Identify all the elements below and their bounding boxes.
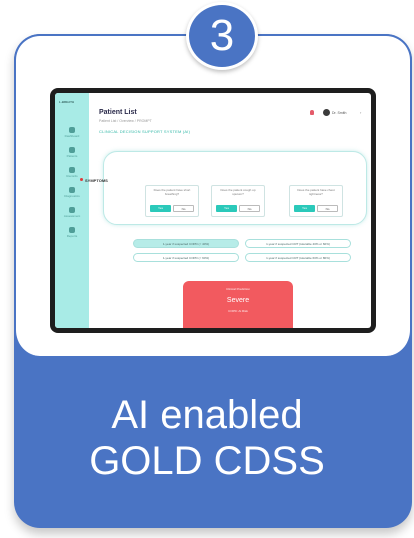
diagnostics-icon (69, 187, 75, 193)
app-sidebar: L-BREATH Dashboard Patients Records Diag… (55, 93, 89, 328)
sidebar-item-label: Assessment (63, 214, 81, 218)
assessment-icon (69, 207, 75, 213)
question-card: Does the patient have short breathing? Y… (145, 185, 199, 217)
card-title-line-1: AI enabled (111, 393, 303, 437)
patients-icon (69, 147, 75, 153)
question-text: Does the patient have short breathing? (153, 188, 191, 196)
sidebar-item-diagnostics[interactable]: Diagnostics (55, 187, 89, 198)
question-text: Does the patient have chest tightness? (297, 188, 335, 196)
tablet-mockup: L-BREATH Dashboard Patients Records Diag… (50, 88, 376, 333)
severity-value: Severe (226, 297, 250, 304)
user-name[interactable]: Dr. Smith (332, 111, 346, 115)
yes-button[interactable]: Yes (216, 205, 237, 212)
option-pill[interactable]: 1-year if suspected CRT (tolerable 40% o… (245, 239, 351, 248)
breadcrumb: Patient List / Overview / PROMPT (99, 119, 152, 123)
reports-icon (69, 227, 75, 233)
sidebar-item-records[interactable]: Records (55, 167, 89, 178)
tablet-screen: L-BREATH Dashboard Patients Records Diag… (55, 93, 371, 328)
sidebar-item-label: Patients (66, 154, 78, 158)
card-title: AI enabled GOLD CDSS (0, 392, 414, 484)
sidebar-item-patients[interactable]: Patients (55, 147, 89, 158)
alert-dot-icon (80, 178, 83, 181)
step-number-badge: 3 (186, 2, 258, 70)
severity-caption: Clinical Prediction (226, 287, 250, 291)
card-title-line-2: GOLD CDSS (89, 439, 325, 483)
avatar[interactable] (323, 109, 330, 116)
question-card: Does the patient cough up sputum? Yes No (211, 185, 265, 217)
no-button[interactable]: No (173, 205, 194, 212)
sidebar-item-label: Dashboard (64, 134, 80, 138)
notification-icon[interactable] (310, 110, 314, 115)
chevron-down-icon[interactable]: › (360, 110, 361, 115)
no-button[interactable]: No (317, 205, 338, 212)
sidebar-item-label: Diagnostics (64, 194, 80, 198)
severity-result-panel: Clinical Prediction Severe COPD: At Risk (183, 281, 293, 328)
question-card: Does the patient have chest tightness? Y… (289, 185, 343, 217)
sidebar-item-label: Reports (66, 234, 78, 238)
records-icon (69, 167, 75, 173)
yes-button[interactable]: Yes (294, 205, 315, 212)
page-title: Patient List (99, 109, 137, 116)
sidebar-item-label: Records (66, 174, 78, 178)
question-text: Does the patient cough up sputum? (220, 188, 256, 196)
option-pill[interactable]: 1-year if suspected COPD (< 40%) (133, 239, 239, 248)
symptoms-label: SYMPTOMS (85, 178, 108, 183)
option-pill[interactable]: 1-year if suspected COPD (< 60%) (133, 253, 239, 262)
dashboard-icon (69, 127, 75, 133)
severity-note: COPD: At Risk (228, 309, 248, 313)
sidebar-item-assessment[interactable]: Assessment (55, 207, 89, 218)
section-title: CLINICAL DECISION SUPPORT SYSTEM (AI) (99, 129, 191, 134)
sidebar-item-dashboard[interactable]: Dashboard (55, 127, 89, 138)
option-pill[interactable]: 1-year if suspected CRT (tolerable 60% o… (245, 253, 351, 262)
sidebar-item-reports[interactable]: Reports (55, 227, 89, 238)
no-button[interactable]: No (239, 205, 260, 212)
yes-button[interactable]: Yes (150, 205, 171, 212)
app-logo: L-BREATH (59, 100, 75, 104)
